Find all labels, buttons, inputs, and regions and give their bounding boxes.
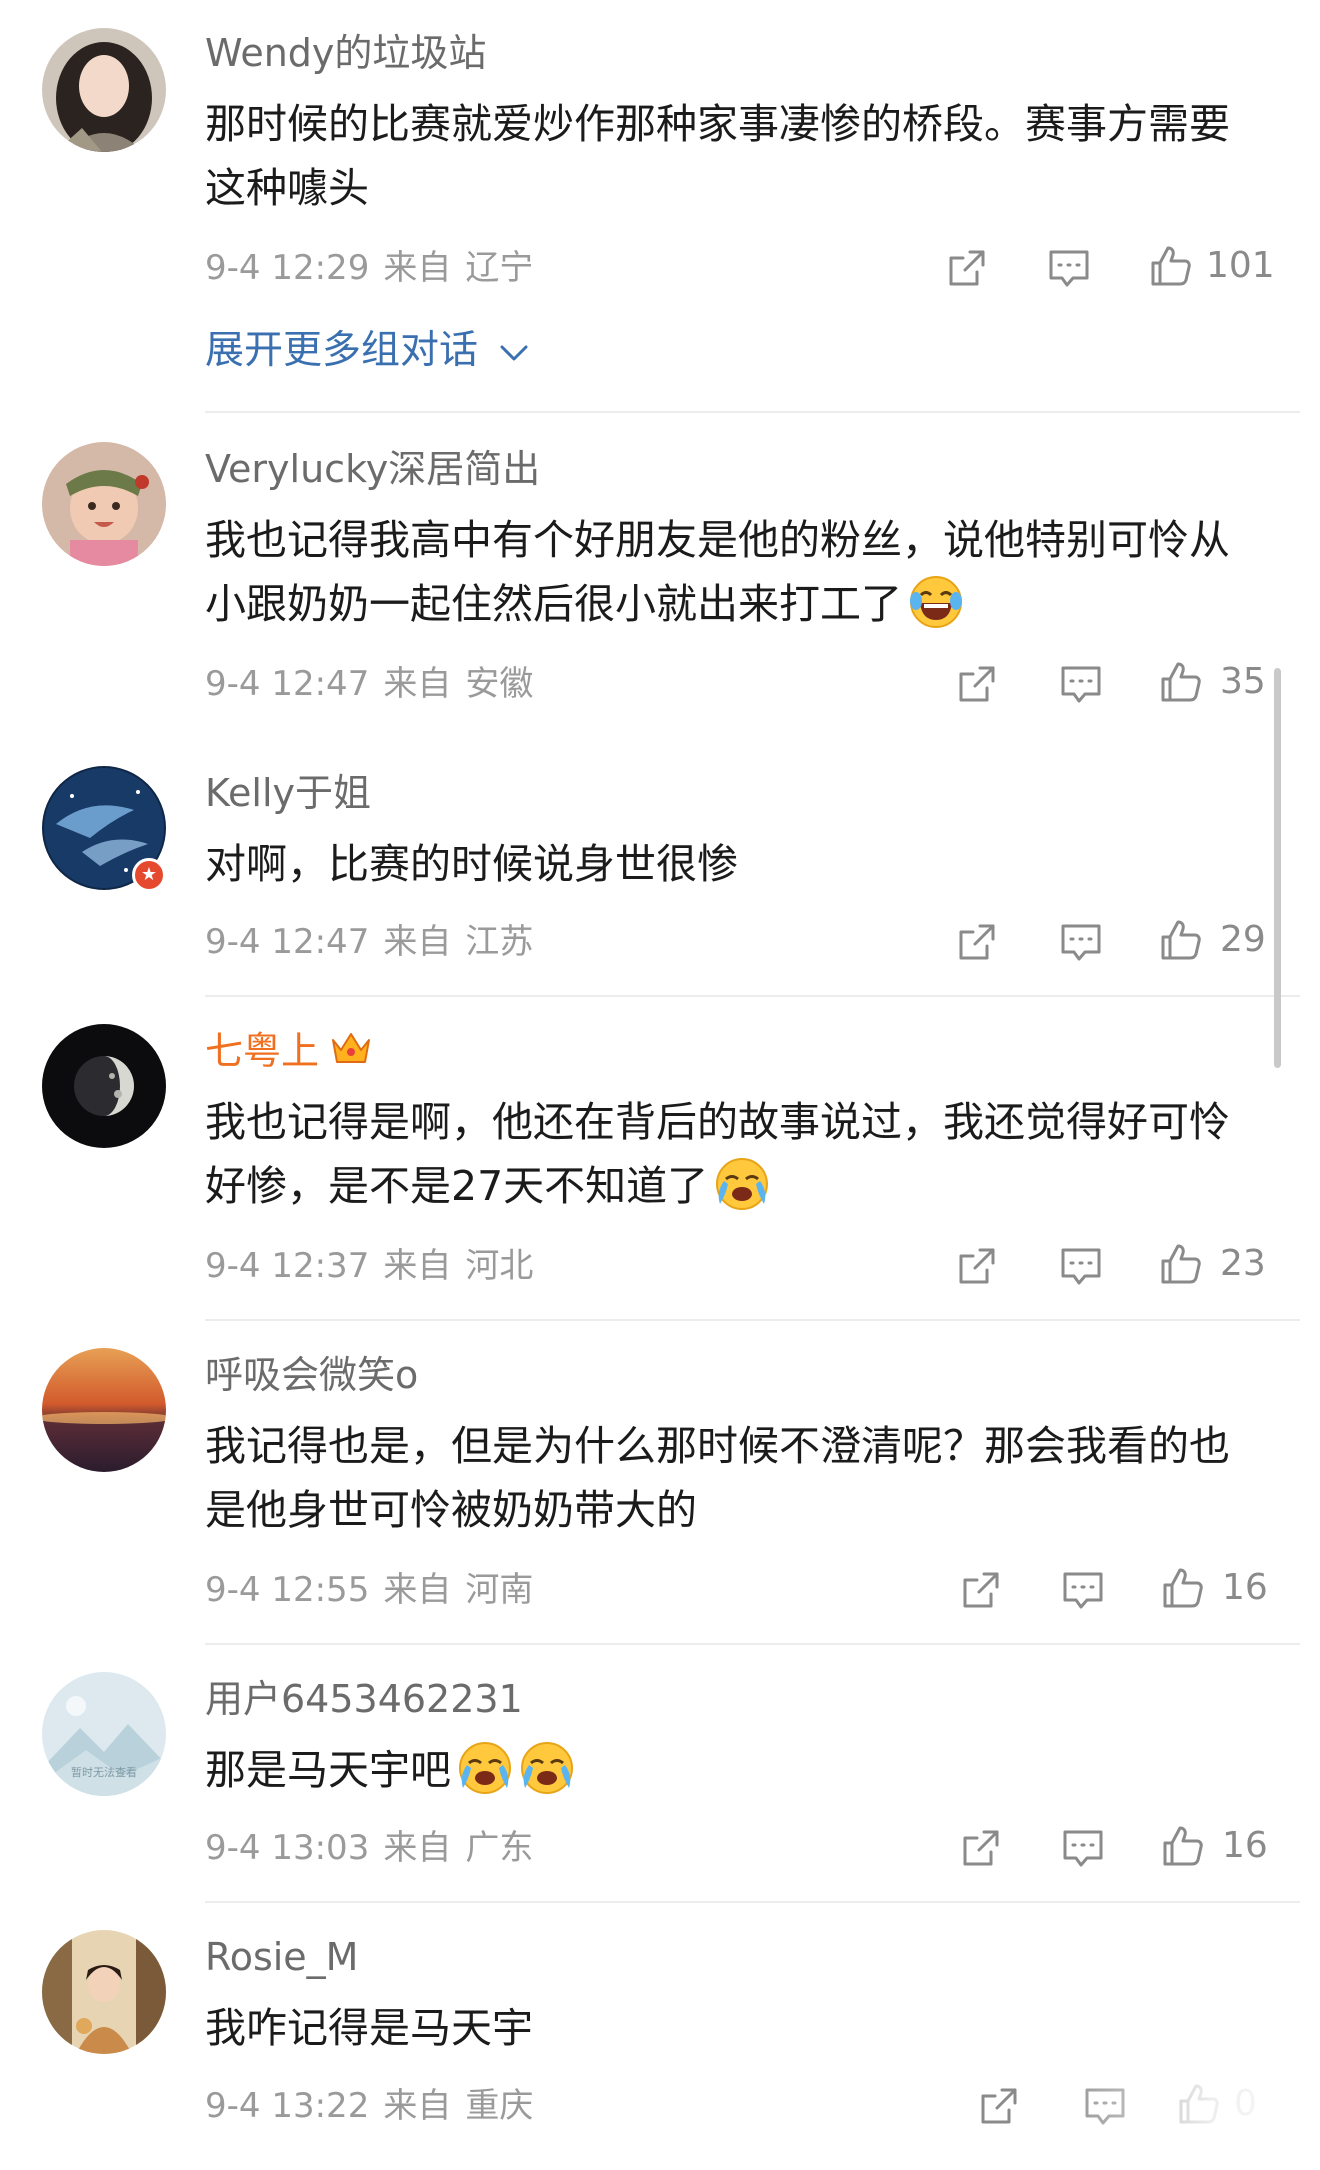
comment-meta: 9-4 12:47 来自 安徽 — [205, 662, 533, 706]
comment-date: 9-4 13:03 — [205, 1828, 370, 1868]
expand-more-link[interactable]: 展开更多组对话 — [205, 326, 530, 376]
comment-meta: 9-4 12:29 来自 辽宁 — [205, 246, 533, 290]
like-count: 16 — [1222, 1825, 1268, 1866]
crying-emoji — [714, 1156, 770, 1212]
location: 辽宁 — [465, 248, 534, 288]
like-button[interactable]: 16 — [1160, 1823, 1270, 1873]
like-button[interactable]: 29 — [1158, 917, 1268, 967]
crying-emoji — [519, 1740, 575, 1796]
like-icon — [1160, 1823, 1206, 1869]
watermark-fade — [1050, 2010, 1320, 2170]
share-icon[interactable] — [954, 919, 1000, 965]
divider — [205, 1643, 1300, 1645]
location-label: 来自 — [383, 664, 452, 704]
comment-text: 我也记得我高中有个好朋友是他的粉丝，说他特别可怜从小跟奶奶一起住然后很小就出来打… — [205, 516, 1230, 630]
comment-icon[interactable] — [1060, 1825, 1106, 1871]
comment-date: 9-4 12:47 — [205, 922, 370, 962]
avatar[interactable]: 暂时无法查看 — [42, 1672, 166, 1796]
location-label: 来自 — [383, 1570, 452, 1610]
like-count: 29 — [1220, 919, 1266, 960]
comment-date: 9-4 12:47 — [205, 664, 370, 704]
like-button[interactable]: 101 — [1148, 243, 1275, 293]
crying-emoji — [457, 1740, 513, 1796]
crown-icon — [332, 1033, 371, 1063]
like-count: 101 — [1206, 245, 1275, 286]
comment-icon[interactable] — [1046, 245, 1092, 291]
location: 河北 — [465, 1246, 534, 1286]
username[interactable]: Kelly于姐 — [205, 768, 371, 818]
share-icon[interactable] — [944, 245, 990, 291]
like-count: 23 — [1220, 1243, 1266, 1284]
like-icon — [1158, 1241, 1204, 1287]
location: 重庆 — [465, 2086, 534, 2126]
share-icon[interactable] — [976, 2083, 1022, 2129]
verified-badge: ★ — [132, 858, 166, 892]
like-icon — [1158, 659, 1204, 705]
divider — [205, 1319, 1300, 1321]
location-label: 来自 — [383, 1246, 452, 1286]
location-label: 来自 — [383, 1828, 452, 1868]
share-icon[interactable] — [958, 1825, 1004, 1871]
chevron-down-icon — [500, 345, 528, 360]
username[interactable]: Wendy的垃圾站 — [205, 28, 486, 78]
scrollbar[interactable] — [1274, 668, 1281, 1068]
avatar[interactable] — [42, 442, 166, 566]
avatar[interactable] — [42, 1348, 166, 1472]
avatar[interactable] — [42, 1930, 166, 2054]
comment-text: 那是马天宇吧 — [205, 1738, 1270, 1802]
avatar[interactable] — [42, 1024, 166, 1148]
comment-icon[interactable] — [1058, 661, 1104, 707]
comment-meta: 9-4 13:22 来自 重庆 — [205, 2084, 533, 2128]
comment-meta: 9-4 12:47 来自 江苏 — [205, 920, 533, 964]
share-icon[interactable] — [954, 1243, 1000, 1289]
location-label: 来自 — [383, 248, 452, 288]
username[interactable]: Verylucky深居简出 — [205, 444, 540, 494]
username[interactable]: 用户6453462231 — [205, 1674, 523, 1724]
expand-more-label: 展开更多组对话 — [205, 328, 479, 373]
comment-text: 那时候的比赛就爱炒作那种家事凄惨的桥段。赛事方需要这种噱头 — [205, 100, 1230, 212]
laughing-tears-emoji — [908, 574, 964, 630]
comment-meta: 9-4 13:03 来自 广东 — [205, 1826, 533, 1870]
divider — [205, 411, 1300, 413]
username[interactable]: Rosie_M — [205, 1932, 358, 1982]
comment-date: 9-4 12:55 — [205, 1570, 370, 1610]
comment-icon[interactable] — [1060, 1567, 1106, 1613]
username[interactable]: 七粤上 — [205, 1026, 373, 1076]
like-button[interactable]: 23 — [1158, 1241, 1268, 1291]
like-count: 16 — [1222, 1567, 1268, 1608]
share-icon[interactable] — [958, 1567, 1004, 1613]
location-label: 来自 — [383, 2086, 452, 2126]
like-button[interactable]: 35 — [1158, 659, 1268, 709]
comment-date: 9-4 12:29 — [205, 248, 370, 288]
comment-icon[interactable] — [1058, 919, 1104, 965]
share-icon[interactable] — [954, 661, 1000, 707]
comment-date: 9-4 12:37 — [205, 1246, 370, 1286]
avatar[interactable] — [42, 28, 166, 152]
divider — [205, 995, 1300, 997]
like-count: 35 — [1220, 661, 1266, 702]
location: 广东 — [465, 1828, 534, 1868]
like-button[interactable]: 16 — [1160, 1565, 1270, 1615]
comment-text: 对啊，比赛的时候说身世很惨 — [205, 840, 738, 888]
location: 河南 — [465, 1570, 534, 1610]
location: 安徽 — [465, 664, 534, 704]
comment-icon[interactable] — [1058, 1243, 1104, 1289]
comment-feed: Wendy的垃圾站 那时候的比赛就爱炒作那种家事凄惨的桥段。赛事方需要这种噱头 … — [0, 0, 1320, 2170]
avatar-caption: 暂时无法查看 — [71, 1765, 137, 1779]
divider — [205, 1901, 1300, 1903]
comment-text: 我也记得是啊，他还在背后的故事说过，我还觉得好可怜好惨，是不是27天不知道了 — [205, 1098, 1230, 1212]
location-label: 来自 — [383, 922, 452, 962]
username[interactable]: 呼吸会微笑o — [205, 1350, 418, 1400]
like-icon — [1148, 243, 1194, 289]
comment-meta: 9-4 12:37 来自 河北 — [205, 1244, 533, 1288]
comment-date: 9-4 13:22 — [205, 2086, 370, 2126]
like-icon — [1158, 917, 1204, 963]
like-icon — [1160, 1565, 1206, 1611]
comment-meta: 9-4 12:55 来自 河南 — [205, 1568, 533, 1612]
comment-text: 我记得也是，但是为什么那时候不澄清呢？那会我看的也是他身世可怜被奶奶带大的 — [205, 1422, 1230, 1534]
location: 江苏 — [465, 922, 534, 962]
